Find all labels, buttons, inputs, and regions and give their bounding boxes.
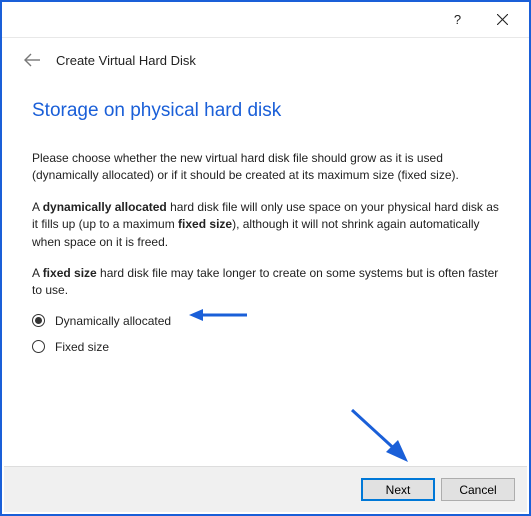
close-button[interactable] xyxy=(480,5,525,35)
radio-label: Dynamically allocated xyxy=(55,314,171,328)
description-paragraph-2: A dynamically allocated hard disk file w… xyxy=(32,199,499,251)
radio-label: Fixed size xyxy=(55,340,109,354)
page-heading: Storage on physical hard disk xyxy=(32,100,499,122)
content-area: Storage on physical hard disk Please cho… xyxy=(2,76,529,354)
text-fragment: A xyxy=(32,200,43,214)
wizard-footer: Next Cancel xyxy=(4,466,527,512)
description-paragraph-3: A fixed size hard disk file may take lon… xyxy=(32,265,499,300)
storage-type-radio-group: Dynamically allocated Fixed size xyxy=(32,314,499,354)
titlebar: ? xyxy=(2,2,529,38)
description-paragraph-1: Please choose whether the new virtual ha… xyxy=(32,150,499,185)
close-icon xyxy=(497,14,508,25)
text-bold: fixed size xyxy=(43,266,97,280)
text-bold: fixed size xyxy=(178,217,232,231)
text-fragment: hard disk file may take longer to create… xyxy=(32,266,498,297)
wizard-title: Create Virtual Hard Disk xyxy=(56,53,196,68)
radio-icon xyxy=(32,314,45,327)
back-arrow-icon[interactable] xyxy=(22,50,42,70)
radio-option-fixed[interactable]: Fixed size xyxy=(32,340,499,354)
text-fragment: A xyxy=(32,266,43,280)
annotation-arrow-next xyxy=(342,402,422,472)
cancel-button[interactable]: Cancel xyxy=(441,478,515,501)
text-bold: dynamically allocated xyxy=(43,200,167,214)
wizard-header: Create Virtual Hard Disk xyxy=(2,38,529,76)
radio-icon xyxy=(32,340,45,353)
help-button[interactable]: ? xyxy=(435,5,480,35)
next-button[interactable]: Next xyxy=(361,478,435,501)
radio-option-dynamic[interactable]: Dynamically allocated xyxy=(32,314,499,328)
